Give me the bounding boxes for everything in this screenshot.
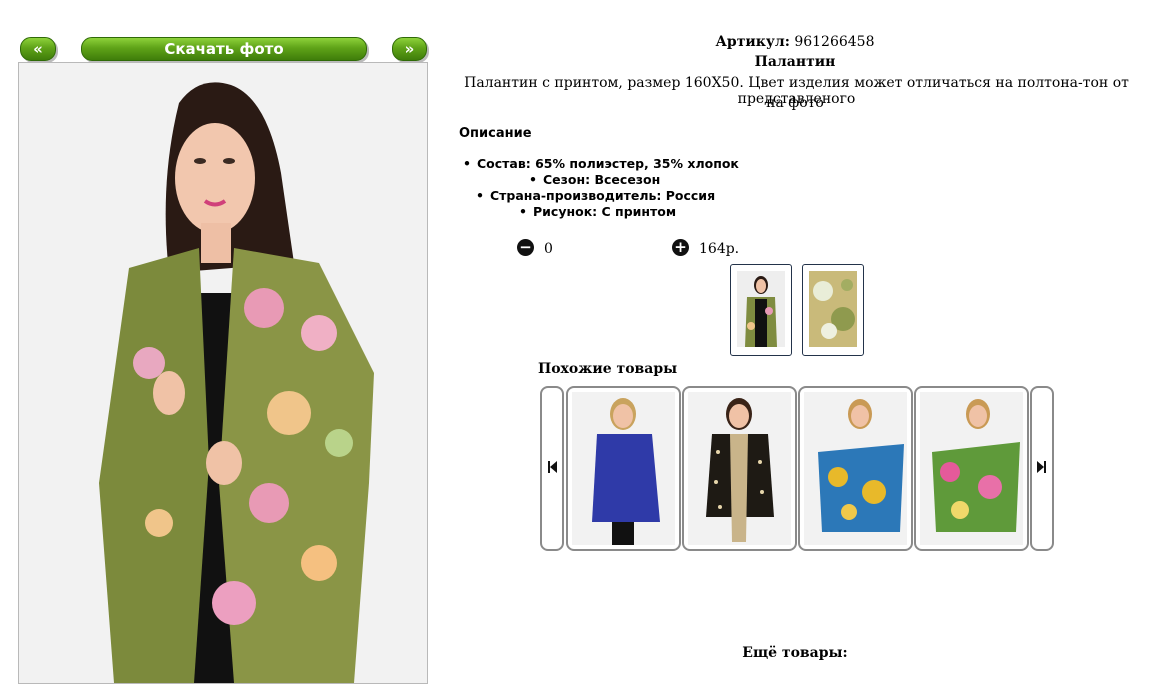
spec-country: Страна-производитель: Россия	[476, 188, 715, 203]
thumbnail-1[interactable]	[730, 264, 792, 356]
similar-product-card-1[interactable]	[566, 386, 681, 551]
thumbnail-model-image	[737, 271, 785, 347]
plus-circle-icon[interactable]: +	[672, 239, 689, 256]
spec-season: Сезон: Всесезон	[529, 172, 660, 187]
download-photo-button[interactable]: Скачать фото	[81, 37, 367, 61]
similar-product-image-1	[572, 392, 675, 545]
article-line: Артикул: 961266458	[700, 34, 890, 50]
similar-product-image-3	[804, 392, 907, 545]
thumbnail-2[interactable]	[802, 264, 864, 356]
similar-product-image-2	[688, 392, 791, 545]
main-product-photo[interactable]	[18, 62, 428, 684]
similar-products-title: Похожие товары	[538, 361, 678, 377]
carousel-next-button[interactable]	[1030, 386, 1054, 551]
description-section-title: Описание	[459, 126, 532, 141]
thumbnail-fabric-image	[809, 271, 857, 347]
minus-circle-icon[interactable]: −	[517, 239, 534, 256]
article-value: 961266458	[794, 34, 875, 50]
model-in-scarf-image	[19, 63, 427, 683]
product-name: Палантин	[754, 54, 836, 70]
spec-pattern: Рисунок: С принтом	[519, 204, 676, 219]
product-description-line2: на фото	[766, 95, 824, 111]
similar-product-card-4[interactable]	[914, 386, 1029, 551]
quantity-value: 0	[544, 241, 553, 257]
prev-photo-button[interactable]: «	[20, 37, 56, 61]
similar-product-image-4	[920, 392, 1023, 545]
skip-back-icon	[548, 461, 557, 473]
spec-composition: Состав: 65% полиэстер, 35% хлопок	[463, 156, 739, 171]
similar-product-card-3[interactable]	[798, 386, 913, 551]
article-label: Артикул:	[715, 34, 790, 50]
price-value: 164р.	[699, 241, 740, 257]
similar-product-card-2[interactable]	[682, 386, 797, 551]
skip-forward-icon	[1037, 461, 1046, 473]
next-photo-button[interactable]: »	[392, 37, 427, 61]
more-products-title: Ещё товары:	[742, 645, 848, 661]
carousel-prev-button[interactable]	[540, 386, 564, 551]
